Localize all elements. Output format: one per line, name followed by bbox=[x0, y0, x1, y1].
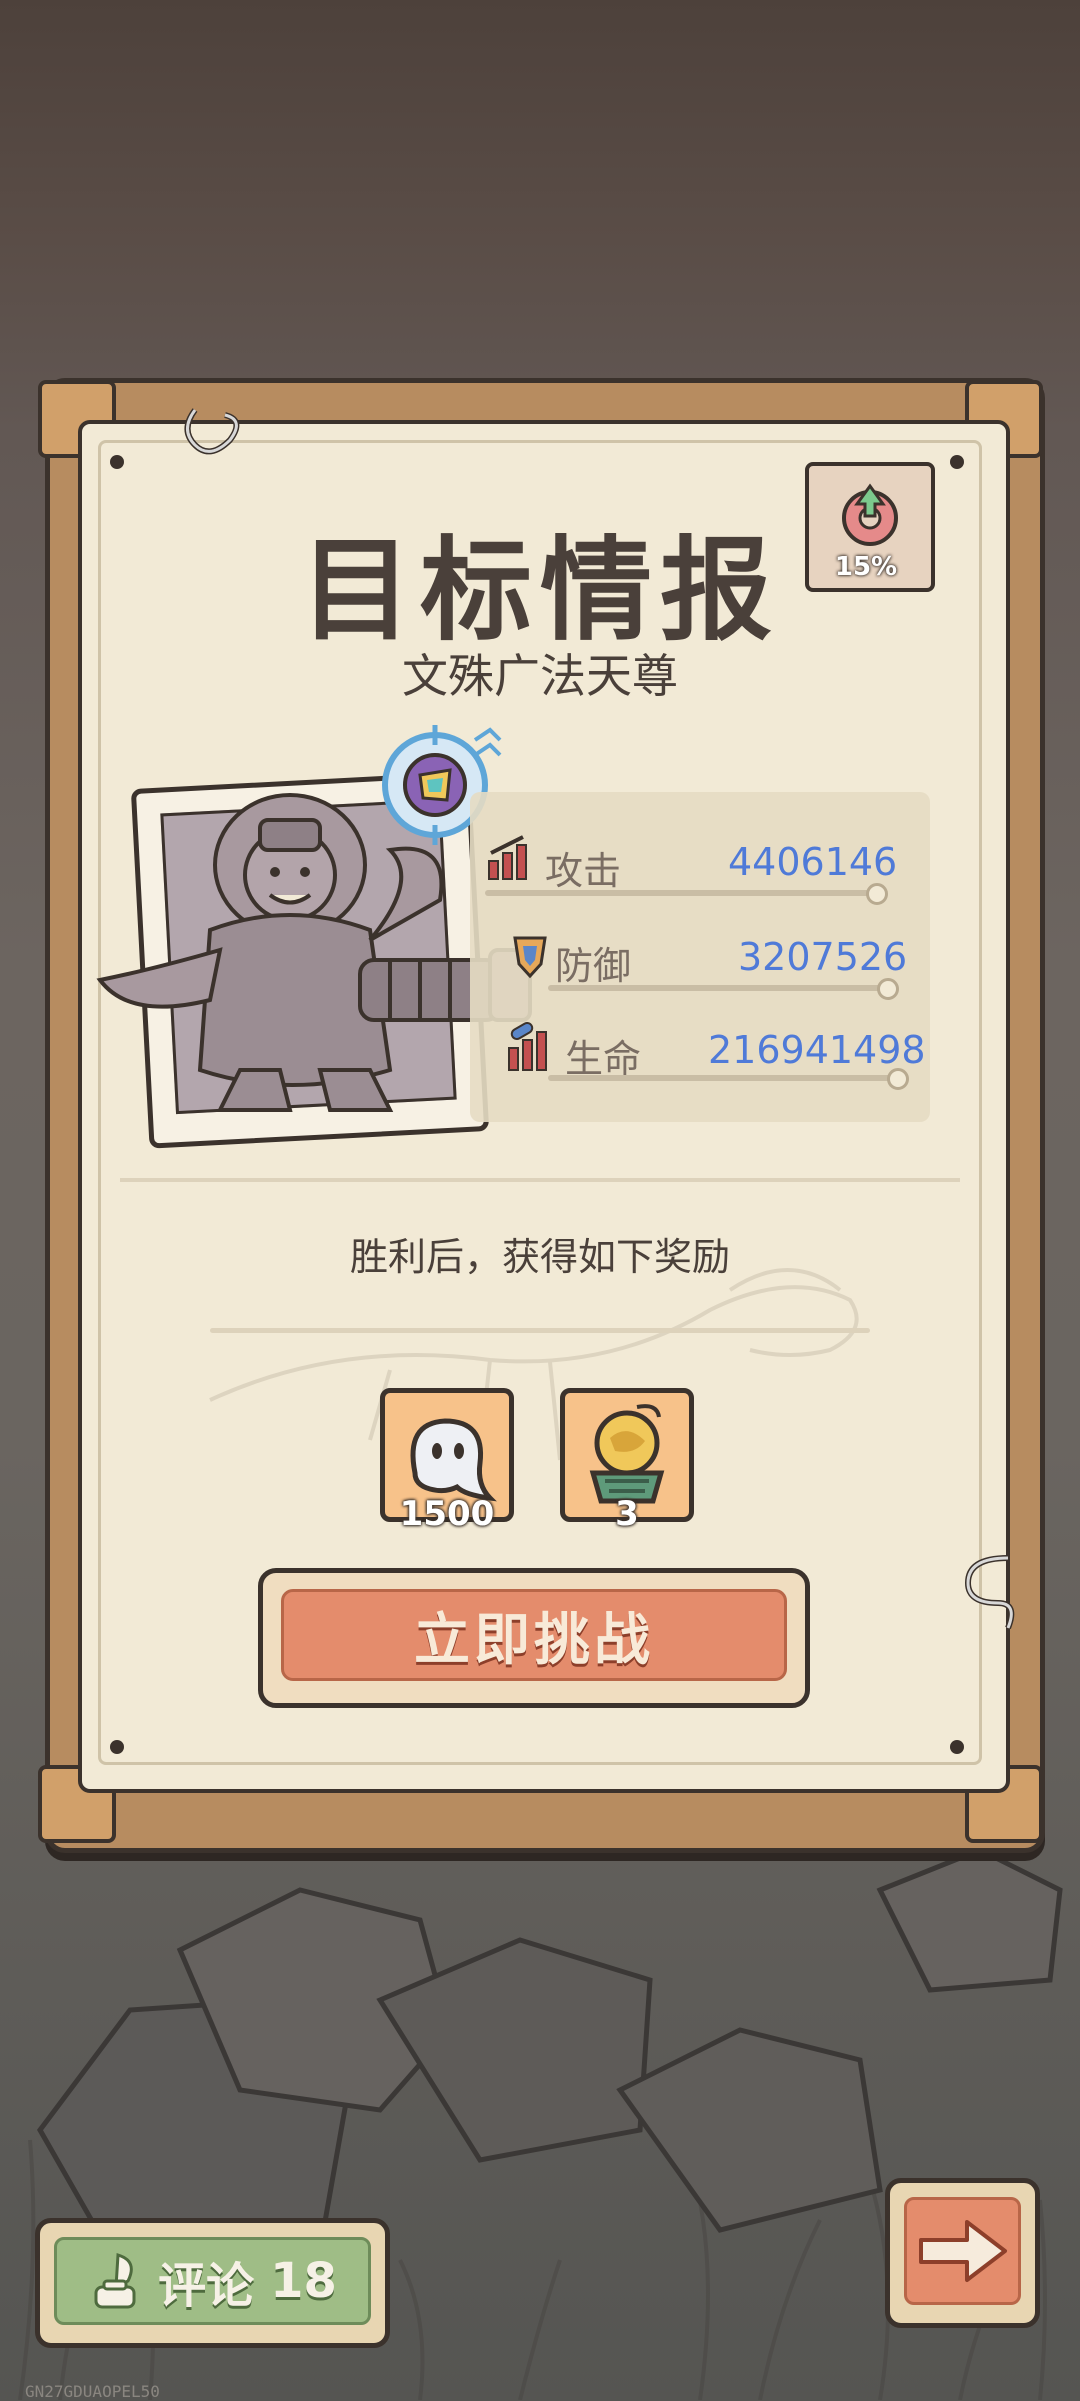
next-button-face bbox=[904, 2197, 1021, 2305]
attack-icon bbox=[485, 833, 535, 883]
stat-label-attack: 攻击 bbox=[545, 849, 622, 893]
quill-ink-icon bbox=[94, 2253, 136, 2309]
comment-count: 18 bbox=[270, 2253, 337, 2309]
stat-divider bbox=[485, 890, 875, 896]
challenge-button-label: 立即挑战 bbox=[281, 1589, 787, 1681]
gear-upgrade-icon bbox=[842, 483, 898, 546]
nail-icon bbox=[110, 1740, 124, 1754]
reward-heading: 胜利后，获得如下奖励 bbox=[349, 1235, 730, 1279]
boss-name: 文殊广法天尊 bbox=[402, 649, 678, 703]
comment-button-face: 评论 18 bbox=[54, 2237, 371, 2325]
comment-label: 评论 bbox=[158, 2258, 255, 2314]
section-divider bbox=[120, 1178, 960, 1182]
device-id: GN27GDUAOPEL50 bbox=[25, 2382, 160, 2401]
bonus-percent: 15% bbox=[834, 552, 898, 582]
stat-divider bbox=[548, 1075, 896, 1081]
arrow-right-icon bbox=[918, 2220, 1007, 2282]
reward-count-ghost-soul: 1500 bbox=[399, 1494, 495, 1534]
dinosaur-fossil-sketch bbox=[209, 1268, 859, 1461]
stat-label-defense: 防御 bbox=[555, 944, 632, 988]
paperclip-icon bbox=[184, 408, 240, 455]
health-icon bbox=[505, 1022, 557, 1074]
nail-icon bbox=[950, 455, 964, 469]
stat-value-defense: 3207526 bbox=[738, 935, 908, 979]
stat-value-attack: 4406146 bbox=[728, 840, 898, 884]
nail-icon bbox=[110, 455, 124, 469]
challenge-button[interactable]: 立即挑战 bbox=[258, 1568, 810, 1708]
stat-divider-dot bbox=[887, 1068, 909, 1090]
next-button[interactable] bbox=[885, 2178, 1040, 2328]
reward-count-golden-orb: 3 bbox=[615, 1494, 639, 1534]
comment-button[interactable]: 评论 18 bbox=[35, 2218, 390, 2348]
paperclip-icon bbox=[964, 1555, 1015, 1630]
reward-heading-underline bbox=[210, 1328, 870, 1333]
stat-divider bbox=[548, 985, 886, 991]
stat-value-health: 216941498 bbox=[708, 1028, 926, 1072]
nail-icon bbox=[950, 1740, 964, 1754]
defense-icon bbox=[505, 930, 555, 980]
stat-divider-dot bbox=[877, 978, 899, 1000]
stat-divider-dot bbox=[866, 883, 888, 905]
